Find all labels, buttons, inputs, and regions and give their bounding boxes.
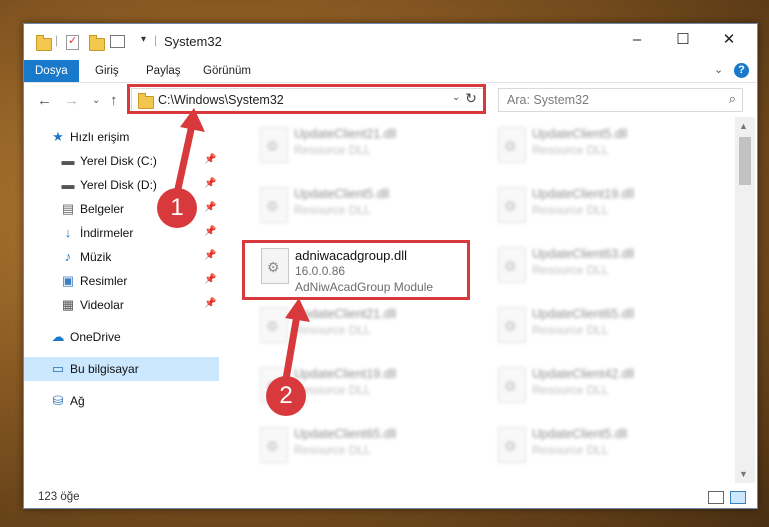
step-badge-2: 2 — [266, 376, 306, 416]
arrow-2 — [281, 298, 310, 386]
step-badge-1: 1 — [157, 188, 197, 228]
arrow-1 — [172, 108, 205, 199]
annotation-arrows — [172, 108, 310, 386]
